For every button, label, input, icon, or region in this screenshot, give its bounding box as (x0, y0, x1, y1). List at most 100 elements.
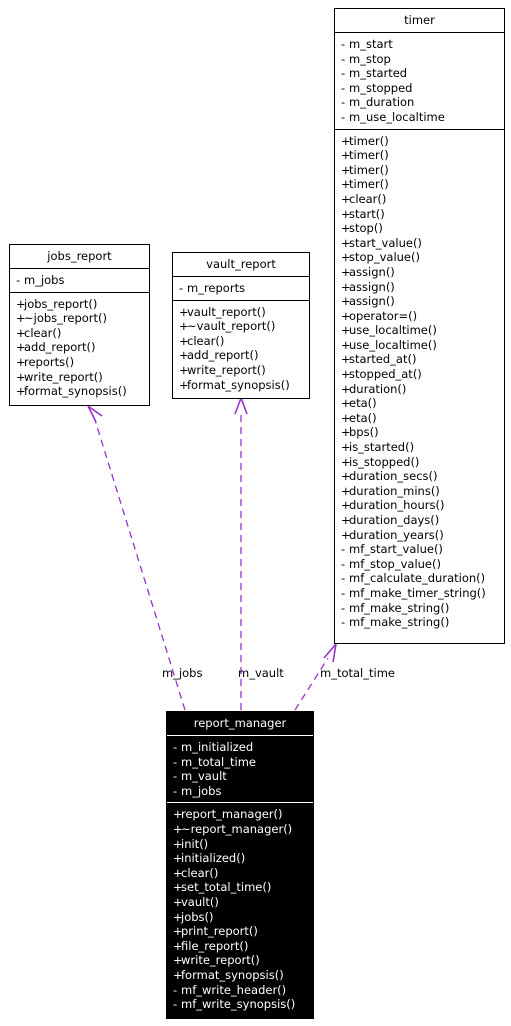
visibility-marker: + (341, 264, 351, 279)
operation-row: - mf_make_timer_string() (335, 586, 504, 601)
operations-vault-report: +vault_report() +~vault_report() +clear(… (173, 301, 309, 397)
visibility-marker: + (341, 367, 351, 382)
operation-row: +format_synopsis() (173, 378, 309, 393)
visibility-marker: + (341, 206, 351, 221)
operation-name: timer() (349, 162, 389, 177)
attribute-name: m_total_time (181, 754, 256, 769)
visibility-marker: - (341, 615, 346, 630)
visibility-marker: + (173, 953, 183, 968)
operation-name: write_report() (181, 953, 260, 968)
class-title-jobs-report: jobs_report (47, 249, 112, 263)
visibility-marker: + (341, 235, 351, 250)
attribute-name: m_stopped (349, 80, 413, 95)
visibility-marker: + (173, 807, 183, 822)
visibility-marker: - (341, 80, 346, 95)
visibility-marker: + (16, 369, 26, 384)
visibility-marker: + (173, 909, 183, 924)
class-title-timer: timer (404, 13, 435, 27)
visibility-marker: + (173, 865, 183, 880)
edge-label-m-total-time: m_total_time (320, 666, 395, 680)
operation-name: clear() (181, 865, 219, 880)
attribute-name: m_reports (187, 281, 246, 295)
operation-name: started_at() (349, 352, 417, 367)
attribute-row: - m_reports (173, 281, 309, 296)
visibility-marker: - (16, 273, 21, 287)
operation-row: +start_value() (335, 236, 504, 251)
operation-name: duration() (349, 381, 407, 396)
visibility-marker: + (341, 454, 351, 469)
operation-name: mf_start_value() (349, 542, 443, 557)
visibility-marker: + (173, 967, 183, 982)
visibility-marker: - (341, 585, 346, 600)
operation-name: mf_write_header() (181, 982, 287, 997)
visibility-marker: + (341, 410, 351, 425)
operation-row: +stop() (335, 221, 504, 236)
operation-row: +add_report() (10, 340, 149, 355)
operation-name: initialized() (181, 851, 246, 866)
operation-name: stop_value() (349, 250, 420, 265)
visibility-marker: - (341, 109, 346, 124)
operation-row: +timer() (335, 177, 504, 192)
visibility-marker: + (341, 469, 351, 484)
attributes-timer: - m_start - m_stop - m_started - m_stopped -… (335, 33, 504, 129)
operation-name: ~report_manager() (181, 821, 293, 836)
edge-m-jobs (87, 405, 186, 711)
visibility-marker: + (173, 821, 183, 836)
visibility-marker: + (16, 354, 26, 369)
operation-name: mf_calculate_duration() (349, 571, 486, 586)
visibility-marker: - (341, 571, 346, 586)
operation-name: vault() (181, 894, 219, 909)
visibility-marker: + (341, 527, 351, 542)
operation-row: +vault() (167, 895, 313, 910)
operation-name: report_manager() (181, 807, 283, 822)
operation-name: vault_report() (187, 304, 266, 319)
operation-row: +clear() (10, 326, 149, 341)
attribute-name: m_started (349, 66, 408, 81)
operation-name: mf_make_string() (349, 615, 450, 630)
visibility-marker: - (341, 556, 346, 571)
attribute-row: - m_initialized (167, 740, 313, 755)
operation-row: - mf_start_value() (335, 542, 504, 557)
class-box-jobs-report[interactable]: jobs_report - m_jobs +jobs_report() +~job… (9, 244, 150, 406)
operation-name: start_value() (349, 235, 422, 250)
visibility-marker: + (341, 308, 351, 323)
visibility-marker: + (179, 304, 189, 319)
visibility-marker: - (341, 542, 346, 557)
visibility-marker: - (173, 754, 178, 769)
visibility-marker: + (341, 221, 351, 236)
class-box-report-manager[interactable]: report_manager - m_initialized - m_total_t… (166, 711, 314, 1019)
operation-row: +format_synopsis() (10, 384, 149, 399)
operation-row: +write_report() (167, 953, 313, 968)
operation-name: add_report() (24, 340, 96, 355)
operation-row: +print_report() (167, 924, 313, 939)
visibility-marker: - (341, 37, 346, 51)
class-box-timer[interactable]: timer - m_start - m_stop - m_started - m_sto… (334, 8, 505, 644)
attribute-row: - m_started (335, 66, 504, 81)
operation-name: format_synopsis() (24, 384, 127, 399)
operation-row: +duration_hours() (335, 498, 504, 513)
operation-row: +is_started() (335, 440, 504, 455)
operation-name: set_total_time() (181, 880, 272, 895)
operation-row: +clear() (335, 192, 504, 207)
operation-name: bps() (349, 425, 379, 440)
class-box-vault-report[interactable]: vault_report - m_reports +vault_report() … (172, 252, 310, 399)
operation-name: init() (181, 836, 209, 851)
operation-row: - mf_calculate_duration() (335, 571, 504, 586)
operation-row: +clear() (173, 334, 309, 349)
operation-row: +duration_mins() (335, 484, 504, 499)
operation-name: duration_days() (349, 513, 440, 527)
operation-name: write_report() (187, 362, 266, 377)
visibility-marker: - (341, 600, 346, 615)
operation-row: +is_stopped() (335, 455, 504, 470)
operation-name: format_synopsis() (187, 377, 290, 392)
operation-row: - mf_make_string() (335, 615, 504, 630)
operation-row: +~vault_report() (173, 319, 309, 334)
operation-row: +set_total_time() (167, 880, 313, 895)
visibility-marker: + (341, 337, 351, 352)
visibility-marker: + (341, 250, 351, 265)
attribute-row: - m_stopped (335, 81, 504, 96)
visibility-marker: + (341, 279, 351, 294)
operation-name: stop() (349, 221, 383, 236)
visibility-marker: + (16, 325, 26, 340)
operation-row: +vault_report() (173, 305, 309, 320)
